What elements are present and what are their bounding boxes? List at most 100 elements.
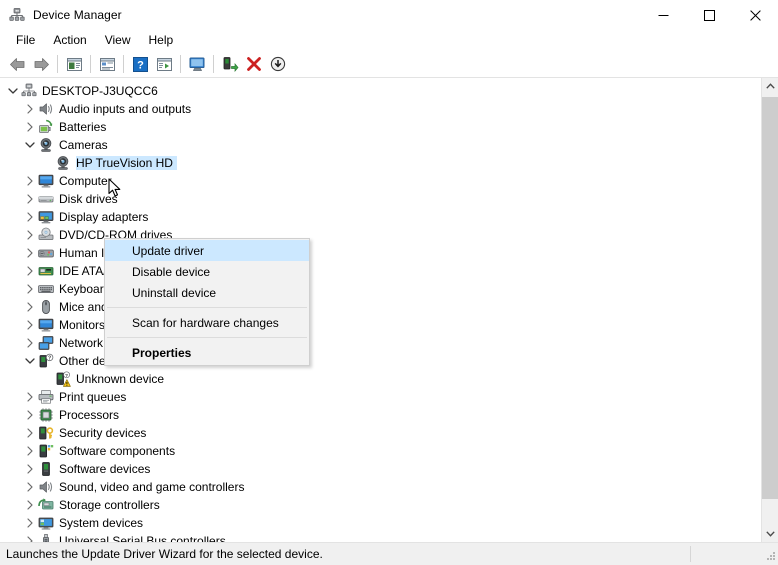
chevron-right-icon[interactable] (22, 334, 38, 352)
svg-text:?: ? (137, 59, 144, 71)
context-menu[interactable]: Update driver Disable device Uninstall dev… (104, 238, 310, 366)
tree-item-label: Disk drives (59, 192, 118, 206)
chevron-right-icon[interactable] (22, 460, 38, 478)
vertical-scrollbar[interactable] (761, 78, 778, 542)
menu-help[interactable]: Help (140, 31, 183, 50)
scrollbar-thumb[interactable] (762, 97, 778, 499)
chevron-right-icon[interactable] (22, 532, 38, 542)
tree-item[interactable]: ? Unknown device (0, 370, 761, 388)
tree-item[interactable]: Universal Serial Bus controllers (0, 532, 761, 542)
window-title: Device Manager (33, 8, 122, 22)
context-menu-item-scan-for-hardware-changes[interactable]: Scan for hardware changes (105, 312, 309, 333)
title-bar: Device Manager (0, 0, 778, 30)
properties-icon[interactable] (95, 53, 119, 75)
tree-item-label: Security devices (59, 426, 147, 440)
tree-item-label: Storage controllers (59, 498, 160, 512)
chevron-right-icon[interactable] (22, 262, 38, 280)
tree-item[interactable]: DESKTOP-J3UQCC6 (0, 82, 761, 100)
chevron-down-icon[interactable] (22, 352, 38, 370)
chevron-right-icon[interactable] (22, 226, 38, 244)
chevron-right-icon[interactable] (22, 388, 38, 406)
uninstall-device-icon[interactable] (242, 53, 266, 75)
battery-icon (38, 119, 54, 135)
speaker-icon (38, 101, 54, 117)
back-icon[interactable] (5, 53, 29, 75)
context-menu-item-disable-device[interactable]: Disable device (105, 261, 309, 282)
chevron-right-icon[interactable] (22, 172, 38, 190)
chevron-right-icon[interactable] (22, 496, 38, 514)
tree-item-label: Monitors (59, 318, 106, 332)
scan-for-hardware-changes-icon[interactable] (185, 53, 209, 75)
tree-item[interactable]: Cameras (0, 136, 761, 154)
chevron-right-icon[interactable] (22, 514, 38, 532)
tree-item[interactable]: Display adapters (0, 208, 761, 226)
chevron-right-icon[interactable] (22, 316, 38, 334)
chevron-right-icon[interactable] (22, 280, 38, 298)
menu-view[interactable]: View (96, 31, 140, 50)
menu-bar: File Action View Help (0, 30, 778, 51)
toolbar-separator (123, 55, 124, 73)
tree-item[interactable]: Storage controllers (0, 496, 761, 514)
tree-item[interactable]: Software components (0, 442, 761, 460)
maximize-button[interactable] (686, 0, 732, 30)
chevron-right-icon[interactable] (22, 100, 38, 118)
scroll-up-button[interactable] (762, 78, 778, 95)
tree-item[interactable]: Security devices (0, 424, 761, 442)
chevron-right-icon[interactable] (22, 244, 38, 262)
tree-item[interactable]: System devices (0, 514, 761, 532)
menu-file[interactable]: File (7, 31, 44, 50)
toolbar-separator (90, 55, 91, 73)
chevron-right-icon[interactable] (22, 118, 38, 136)
chevron-down-icon[interactable] (5, 82, 21, 100)
toolbar: ? (0, 51, 778, 78)
show-hide-console-tree-icon[interactable] (62, 53, 86, 75)
update-driver-icon[interactable] (152, 53, 176, 75)
chevron-right-icon[interactable] (22, 406, 38, 424)
scroll-down-button[interactable] (762, 525, 778, 542)
svg-text:?: ? (48, 356, 51, 362)
chevron-right-icon[interactable] (22, 298, 38, 316)
camera-icon (55, 155, 71, 171)
tree-item[interactable]: Print queues (0, 388, 761, 406)
tree-item-label: Software components (59, 444, 176, 458)
forward-icon[interactable] (29, 53, 53, 75)
close-button[interactable] (732, 0, 778, 30)
tree-item[interactable]: Processors (0, 406, 761, 424)
chevron-right-icon[interactable] (22, 190, 38, 208)
menu-action[interactable]: Action (44, 31, 95, 50)
tree-item[interactable]: Sound, video and game controllers (0, 478, 761, 496)
resize-grip-icon[interactable] (764, 551, 776, 563)
chevron-down-icon[interactable] (22, 136, 38, 154)
tree-item-label: Sound, video and game controllers (59, 480, 245, 494)
enable-device-icon[interactable] (218, 53, 242, 75)
tree-item[interactable]: Audio inputs and outputs (0, 100, 761, 118)
scrollbar-track[interactable] (762, 95, 778, 525)
speaker-icon (38, 479, 54, 495)
context-menu-item-uninstall-device[interactable]: Uninstall device (105, 282, 309, 303)
tree-item[interactable]: HP TrueVision HD (0, 154, 761, 172)
tree-item[interactable]: Computer (0, 172, 761, 190)
minimize-button[interactable] (640, 0, 686, 30)
status-bar: Launches the Update Driver Wizard for th… (0, 543, 778, 565)
tree-item[interactable]: Software devices (0, 460, 761, 478)
context-menu-item-properties[interactable]: Properties (105, 342, 309, 363)
tree-item[interactable]: Batteries (0, 118, 761, 136)
chevron-right-icon[interactable] (22, 208, 38, 226)
toolbar-separator (213, 55, 214, 73)
menu-separator (107, 337, 307, 338)
monitor-icon (38, 317, 54, 333)
tree-item-label: Universal Serial Bus controllers (59, 534, 226, 542)
processor-icon (38, 407, 54, 423)
chevron-right-icon[interactable] (22, 424, 38, 442)
unknown-device-warning-icon: ? (55, 371, 71, 387)
dvd-drive-icon (38, 227, 54, 243)
tree-item[interactable]: Disk drives (0, 190, 761, 208)
tree-item-label: System devices (59, 516, 144, 530)
chevron-right-icon[interactable] (22, 478, 38, 496)
chevron-right-icon[interactable] (22, 442, 38, 460)
help-icon[interactable]: ? (128, 53, 152, 75)
disable-device-icon[interactable] (266, 53, 290, 75)
disk-drive-icon (38, 191, 54, 207)
context-menu-item-update-driver[interactable]: Update driver (105, 240, 309, 261)
